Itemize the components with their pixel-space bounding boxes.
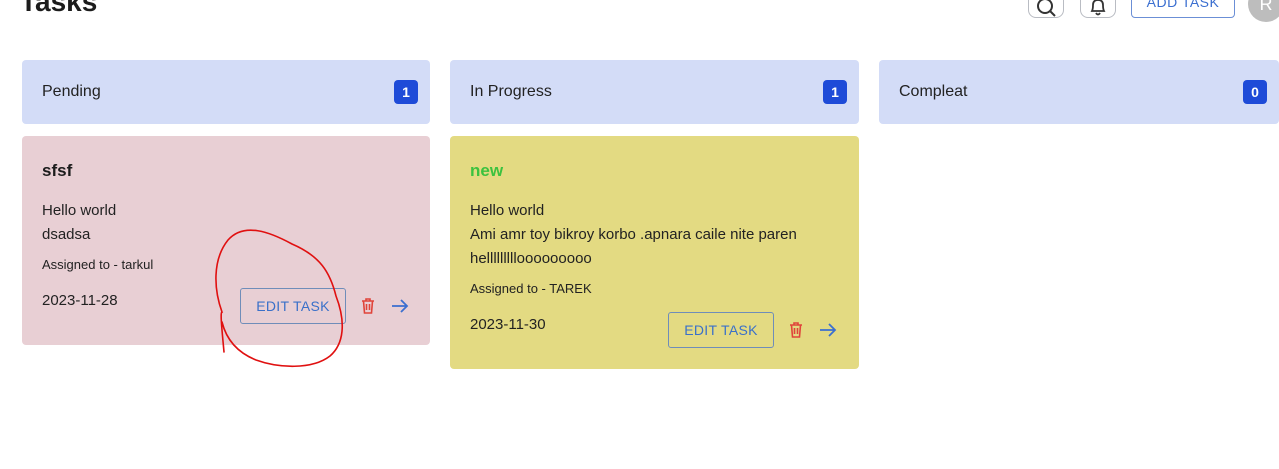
search-button[interactable] — [1028, 0, 1064, 18]
task-description-line: dsadsa — [42, 226, 91, 243]
task-card: sfsf Hello world dsadsa Assigned to - ta… — [22, 136, 430, 345]
task-title: sfsf — [42, 161, 73, 180]
task-description-line: Hello world — [42, 202, 117, 219]
column-label: In Progress — [470, 83, 552, 100]
arrow-right-icon[interactable] — [390, 296, 410, 316]
column-count-badge: 1 — [394, 80, 418, 104]
column-label: Pending — [42, 83, 101, 100]
avatar[interactable]: R — [1248, 0, 1279, 22]
delete-icon[interactable] — [358, 296, 378, 316]
task-assignee: Assigned to - tarkul — [42, 257, 154, 272]
task-description-line: Ami amr toy bikroy korbo .apnara caile n… — [470, 226, 797, 243]
edit-task-button[interactable]: EDIT TASK — [668, 312, 774, 348]
column-header-in-progress: In Progress 1 — [450, 60, 859, 124]
notifications-button[interactable] — [1080, 0, 1116, 18]
task-date: 2023-11-28 — [42, 292, 118, 309]
column-count-badge: 1 — [823, 80, 847, 104]
task-assignee: Assigned to - TAREK — [470, 281, 592, 296]
add-task-button[interactable]: ADD TASK — [1131, 0, 1235, 18]
task-title: new — [470, 161, 504, 180]
column-count-badge: 0 — [1243, 80, 1267, 104]
task-description: Hello world Ami amr toy bikroy korbo .ap… — [470, 199, 839, 271]
task-date: 2023-11-30 — [470, 316, 546, 333]
edit-task-button[interactable]: EDIT TASK — [240, 288, 346, 324]
task-description-line: helllllllllooooooooo — [470, 250, 592, 267]
column-header-pending: Pending 1 — [22, 60, 430, 124]
task-card: new Hello world Ami amr toy bikroy korbo… — [450, 136, 859, 369]
column-label: Compleat — [899, 83, 968, 100]
arrow-right-icon[interactable] — [818, 320, 838, 340]
bell-icon — [1090, 0, 1106, 16]
page-title: Tasks — [20, 0, 98, 17]
task-description: Hello world dsadsa — [42, 199, 410, 247]
task-description-line: Hello world — [470, 202, 545, 219]
delete-icon[interactable] — [786, 320, 806, 340]
search-icon — [1037, 0, 1056, 17]
column-header-completed: Compleat 0 — [879, 60, 1279, 124]
